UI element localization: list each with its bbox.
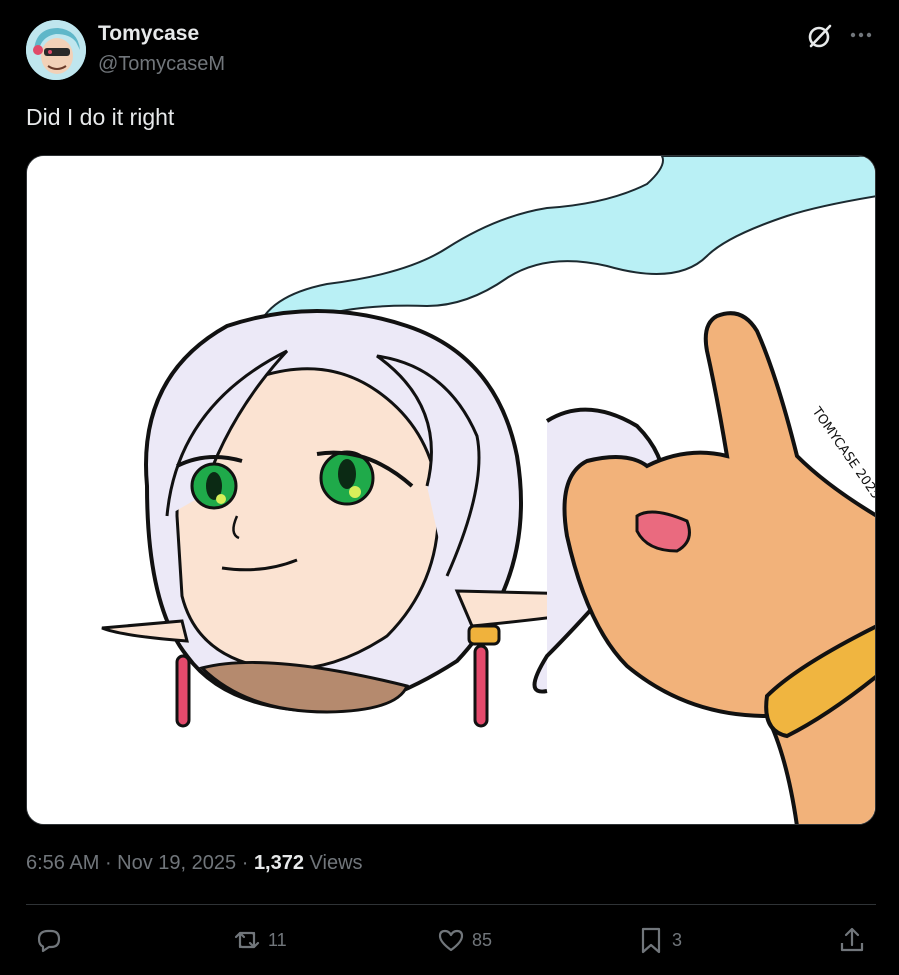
divider: [26, 904, 876, 905]
bookmark-count: 3: [672, 929, 683, 950]
grok-icon[interactable]: [806, 22, 834, 50]
share-button[interactable]: [837, 922, 867, 958]
bookmark-icon: [641, 927, 661, 954]
reply-icon: [37, 929, 61, 953]
author-handle[interactable]: @TomycaseM: [98, 53, 225, 76]
views-label: Views: [304, 852, 363, 874]
bookmark-button[interactable]: 3: [636, 922, 682, 958]
author-display-name[interactable]: Tomycase: [98, 22, 199, 46]
repost-icon: [234, 931, 260, 949]
tweet-meta: 6:56 AM · Nov 19, 2025 · 1,372 Views: [26, 852, 363, 875]
tweet-text: Did I do it right: [26, 104, 175, 130]
more-options-icon[interactable]: [846, 22, 876, 48]
like-button[interactable]: 85: [436, 922, 492, 958]
repost-button[interactable]: 11: [232, 922, 287, 958]
repost-count: 11: [268, 929, 287, 950]
avatar[interactable]: [26, 20, 86, 80]
tweet-media-image[interactable]: TOMYCASE 2025: [26, 155, 876, 825]
tweet-time[interactable]: 6:56 AM: [26, 852, 99, 874]
meta-separator: ·: [236, 852, 254, 874]
like-count: 85: [472, 929, 493, 950]
meta-separator: ·: [99, 852, 118, 874]
heart-icon: [438, 929, 464, 952]
share-icon: [840, 927, 864, 952]
avatar-character-icon: [26, 20, 86, 80]
tweet-date[interactable]: Nov 19, 2025: [117, 852, 236, 874]
reply-button[interactable]: [34, 922, 70, 958]
views-count: 1,372: [253, 852, 304, 874]
illustration-image-icon: TOMYCASE 2025: [27, 156, 875, 824]
